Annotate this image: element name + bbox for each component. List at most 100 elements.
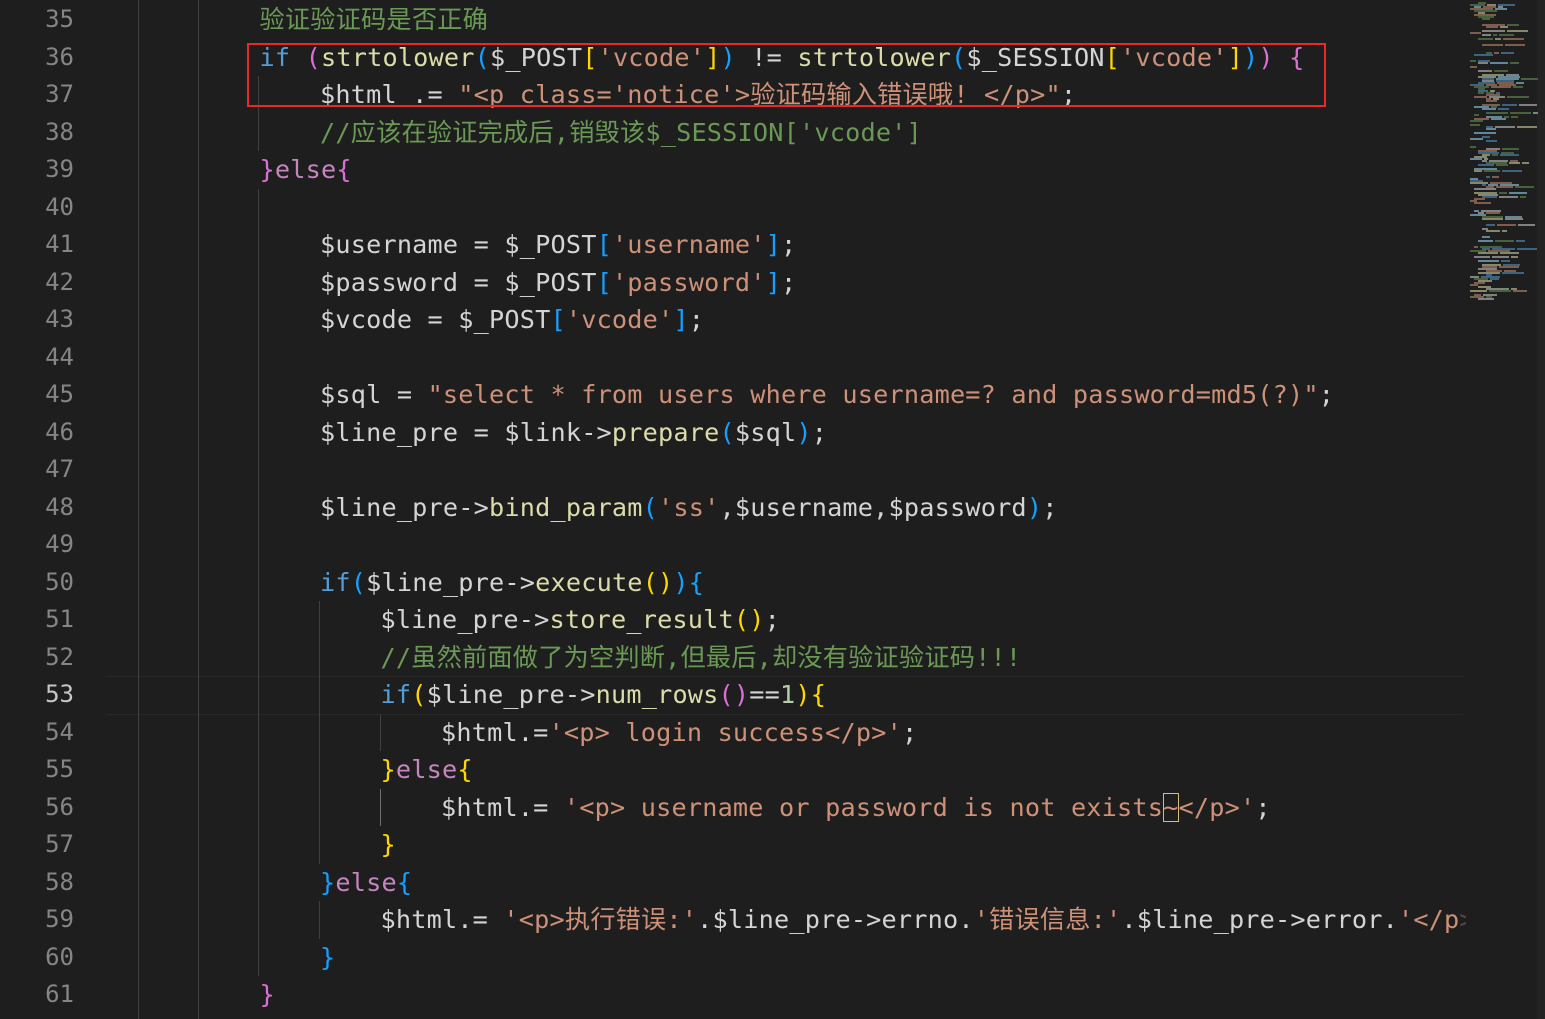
code-token: else [395, 755, 458, 784]
code-token: $sql [734, 417, 797, 447]
code-line[interactable]: }else{ [381, 751, 473, 789]
minimap-line [1474, 170, 1482, 172]
minimap-line [1498, 108, 1509, 110]
minimap-line [1486, 112, 1508, 114]
minimap-line [1502, 170, 1522, 172]
code-token: { [336, 155, 352, 184]
code-line[interactable]: $html.= '<p> username or password is not… [441, 789, 1271, 827]
minimap-line [1500, 252, 1519, 254]
minimap-line [1502, 272, 1524, 274]
line-number: 42 [45, 267, 74, 296]
code-token: strtolower [320, 42, 475, 72]
code-line[interactable]: }else{ [320, 864, 412, 902]
minimap-line [1492, 256, 1509, 258]
code-token: if [259, 42, 291, 72]
minimap-line [1496, 164, 1508, 166]
code-line[interactable]: $vcode = $_POST['vcode']; [320, 301, 704, 339]
code-token: .$line_pre->errno. [697, 905, 974, 934]
code-line[interactable]: } [260, 976, 275, 1014]
code-line[interactable]: $html.='<p> login success</p>'; [441, 714, 917, 752]
line-number: 55 [45, 755, 74, 783]
minimap-line [1482, 18, 1490, 20]
code-line[interactable]: $line_pre->store_result(); [381, 601, 781, 639]
code-token: 'username' [611, 230, 766, 259]
minimap-line [1478, 298, 1494, 300]
code-token: $html .= [320, 80, 459, 109]
code-line[interactable]: //虽然前面做了为空判断,但最后,却没有验证验证码!!! [381, 639, 1022, 677]
minimap-line [1517, 248, 1537, 250]
code-token: [ [1104, 42, 1121, 72]
code-token: //虽然前面做了为空判断,但最后,却没有验证验证码!!! [380, 642, 1022, 672]
code-token: ; [780, 267, 797, 297]
minimap-line [1513, 86, 1523, 88]
code-token: 'vcode' [597, 42, 706, 72]
line-number: 36 [45, 42, 74, 71]
code-token: ] [705, 42, 721, 72]
code-token: } [259, 980, 275, 1009]
minimap-line [1509, 192, 1527, 194]
code-token: $_POST [490, 42, 583, 72]
minimap-line [1474, 256, 1490, 258]
code-editor[interactable]: 35 36 37 38 39 40 41 42 43 44 45 46 47 48 49 50 51 52 53 54… [0, 0, 1545, 1019]
code-line[interactable]: //应该在验证完成后,销毁该$_SESSION['vcode'] [320, 114, 922, 152]
code-token: </p>' [1178, 792, 1256, 822]
code-line[interactable]: $username = $_POST['username']; [320, 226, 796, 264]
code-token: $line_pre-> [366, 567, 536, 597]
minimap-line [1478, 240, 1493, 242]
code-line[interactable]: $line_pre->bind_param('ss',$username,$pa… [320, 489, 1058, 527]
code-line[interactable]: $sql = "select * from users where userna… [320, 376, 1334, 414]
code-token: ; [811, 417, 828, 447]
minimap-line [1500, 154, 1519, 156]
code-token: ] [765, 230, 781, 259]
line-number: 40 [45, 192, 74, 221]
code-token: [ [596, 230, 612, 259]
minimap-line [1486, 230, 1500, 232]
line-number: 45 [45, 380, 74, 408]
code-token: 'password' [611, 267, 766, 297]
code-token: $line_pre-> [380, 605, 550, 634]
line-number: 54 [45, 717, 74, 746]
code-token: 'vcode' [1120, 42, 1228, 72]
code-line[interactable]: } [320, 939, 335, 977]
minimap-line [1478, 260, 1499, 262]
code-token: ( [474, 42, 491, 72]
code-token: $line_pre-> [320, 492, 490, 522]
code-line[interactable]: $html.= '<p>执行错误:'.$line_pre->errno.'错误信… [381, 901, 1506, 939]
code-line[interactable]: if($line_pre->num_rows()==1){ [381, 676, 827, 714]
line-number: 57 [45, 830, 74, 858]
code-line[interactable]: } [381, 826, 396, 864]
code-line[interactable]: if($line_pre->execute()){ [320, 564, 704, 602]
minimap-line [1470, 158, 1482, 160]
minimap-line [1510, 112, 1531, 114]
code-line[interactable]: $password = $_POST['password']; [320, 264, 796, 302]
code-token: [ [596, 267, 612, 297]
code-token: $password = $_POST [320, 267, 597, 297]
minimap-line [1470, 146, 1476, 148]
code-token: $_SESSION [966, 42, 1105, 72]
line-number: 52 [45, 642, 74, 671]
code-token: prepare [611, 417, 720, 447]
line-number: 51 [45, 605, 74, 633]
minimap-line [1484, 170, 1500, 172]
line-number: 60 [45, 942, 74, 971]
vertical-scrollbar[interactable] [1537, 0, 1545, 1019]
code-token: } [380, 755, 396, 784]
minimap-line [1486, 224, 1495, 226]
line-number: 56 [45, 792, 74, 821]
code-token: ( [719, 417, 735, 447]
code-line[interactable]: 验证验证码是否正确 [260, 1, 489, 39]
minimap-line [1486, 212, 1500, 214]
code-line[interactable]: $line_pre = $link->prepare($sql); [320, 414, 827, 452]
code-line[interactable]: $html .= "<p class='notice'>验证码输入错误哦! </… [320, 76, 1076, 114]
code-token: ] [1227, 42, 1243, 72]
code-token: } [320, 942, 336, 972]
minimap-line [1486, 140, 1497, 142]
minimap-line [1497, 224, 1516, 226]
minimap-line [1478, 164, 1494, 166]
code-line[interactable]: if (strtolower($_POST['vcode']) != strto… [260, 39, 1305, 77]
minimap-line [1499, 34, 1514, 36]
minimap[interactable] [1466, 0, 1545, 1019]
minimap-line [1474, 54, 1493, 56]
code-line[interactable]: }else{ [260, 151, 352, 189]
